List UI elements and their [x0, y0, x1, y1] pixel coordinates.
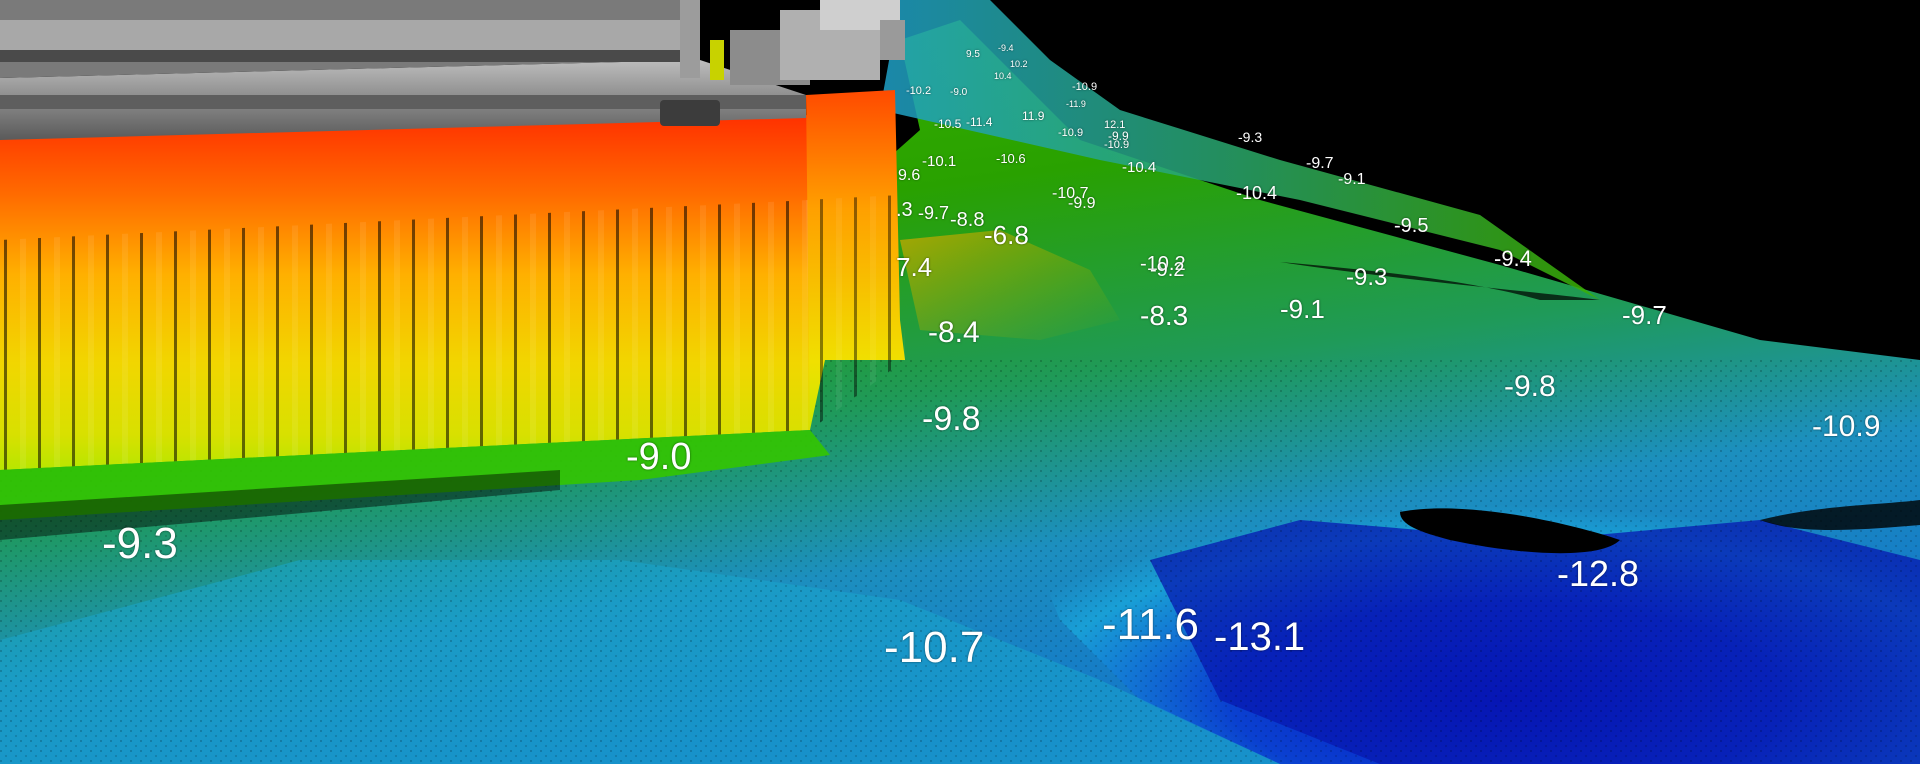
depth-label: 10.2: [1010, 59, 1028, 69]
depth-label: -10.9: [1812, 410, 1881, 443]
depth-label: -9.8: [922, 400, 981, 438]
depth-label: -6.8: [984, 220, 1029, 250]
depth-label: -9.3: [1346, 264, 1388, 291]
depth-label: -9.0: [950, 87, 968, 98]
depth-label: -8.8: [950, 209, 985, 231]
deck-beam: [0, 20, 690, 50]
depth-label: -10.9: [1104, 139, 1130, 151]
depth-label: -9.8: [1504, 370, 1556, 403]
depth-label: -9.1: [1338, 171, 1366, 188]
depth-label: -11.4: [966, 115, 993, 129]
depth-label: -10.9: [1072, 81, 1098, 93]
bollard: [660, 100, 720, 126]
depth-label: -9.4: [1494, 246, 1532, 271]
depth-label: -10.7: [884, 623, 985, 672]
deck-block: [710, 40, 724, 80]
depth-label: 9.5: [966, 49, 980, 60]
depth-label: -12.8: [1557, 553, 1640, 594]
depth-label: -10.2: [906, 85, 932, 97]
depth-label: -11.9: [1066, 99, 1086, 109]
depth-label: -10.1: [922, 153, 957, 170]
depth-label: -9.3: [102, 519, 178, 568]
deck-pillar: [680, 0, 700, 78]
depth-label: -10.9: [1058, 127, 1084, 139]
depth-label: .3: [896, 199, 913, 221]
depth-label: -9.1: [1280, 294, 1325, 324]
deck-block: [880, 20, 905, 60]
depth-label: -10.6: [996, 151, 1026, 166]
depth-label: -9.2: [1150, 259, 1185, 281]
depth-label: -10.5: [934, 117, 962, 131]
depth-label: 7.4: [896, 252, 933, 282]
depth-label: -9.7: [918, 203, 950, 223]
depth-label: -9.7: [1622, 300, 1667, 330]
bathymetry-point-cloud: -9.3 -9.0 -10.7 -11.6 -13.1 -9.8 -8.4 -1…: [0, 0, 1920, 764]
depth-label: -9.3: [1238, 129, 1263, 145]
depth-label: 12.1: [1104, 119, 1126, 131]
depth-label: -9.9: [1068, 195, 1096, 212]
depth-label: -8.4: [928, 316, 980, 349]
depth-label: -9.4: [998, 43, 1014, 53]
depth-label: 11.9: [1022, 109, 1045, 123]
depth-label: -11.6: [1102, 600, 1200, 649]
depth-label: -8.3: [1140, 300, 1189, 331]
depth-label: 9.6: [898, 167, 921, 184]
depth-label: -13.1: [1214, 615, 1306, 659]
depth-label: -9.5: [1394, 215, 1429, 237]
depth-label: -9.7: [1306, 155, 1334, 172]
depth-label: 10.4: [994, 71, 1012, 81]
deck-beam: [0, 50, 690, 62]
depth-label: -10.4: [1122, 159, 1157, 176]
depth-label: -9.0: [626, 436, 692, 478]
depth-label: -10.4: [1236, 183, 1278, 203]
quay-wall-front-ribs: [0, 200, 810, 470]
